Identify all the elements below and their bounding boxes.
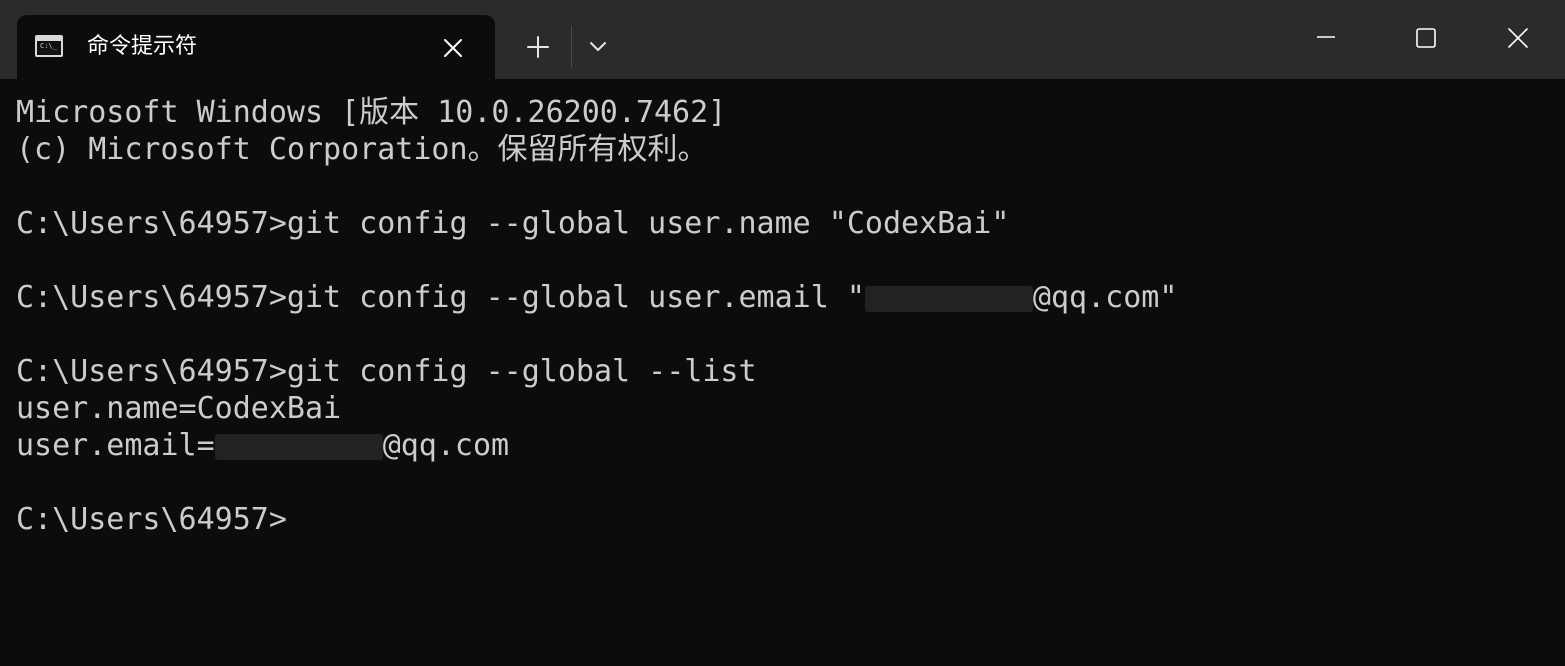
command-text-suffix: @qq.com"	[1032, 280, 1178, 315]
tab-command-prompt[interactable]: C:\_ 命令提示符	[17, 15, 495, 79]
output-text: user.email=	[16, 428, 215, 463]
output-text-suffix: @qq.com	[382, 428, 510, 463]
redacted-email-block	[864, 285, 1033, 312]
terminal-output-email: user.email= @qq.com	[16, 427, 1546, 464]
plus-icon	[527, 36, 549, 58]
terminal-output[interactable]: Microsoft Windows [版本 10.0.26200.7462] (…	[16, 94, 1546, 538]
terminal-output-name: user.name=CodexBai	[16, 391, 342, 426]
title-bar[interactable]: C:\_ 命令提示符	[0, 0, 1565, 79]
chevron-down-icon	[590, 42, 606, 51]
terminal-line-copyright: (c) Microsoft Corporation。保留所有权利。	[16, 132, 708, 167]
tab-separator	[571, 26, 572, 68]
window-close-button[interactable]	[1492, 18, 1544, 58]
maximize-button[interactable]	[1400, 18, 1452, 58]
terminal-command-list: C:\Users\64957>git config --global --lis…	[16, 354, 757, 389]
redacted-email-block	[214, 433, 383, 460]
command-prompt-icon: C:\_	[35, 35, 63, 57]
terminal-window: C:\_ 命令提示符 Microsoft Windows [版本 10.0.26…	[0, 0, 1565, 666]
terminal-command-set-name: C:\Users\64957>git config --global user.…	[16, 206, 1010, 241]
close-icon	[444, 39, 462, 57]
terminal-line-version: Microsoft Windows [版本 10.0.26200.7462]	[16, 95, 727, 130]
minimize-icon	[1317, 36, 1335, 38]
close-icon	[1508, 28, 1528, 48]
maximize-icon	[1416, 28, 1436, 48]
command-text: C:\Users\64957>git config --global user.…	[16, 280, 865, 315]
tab-dropdown-button[interactable]	[582, 29, 614, 65]
terminal-prompt: C:\Users\64957>	[16, 502, 287, 537]
tab-title: 命令提示符	[87, 34, 198, 59]
tab-icon-prompt-text: C:\_	[40, 42, 57, 50]
minimize-button[interactable]	[1300, 18, 1352, 58]
new-tab-button[interactable]	[520, 29, 556, 65]
tab-close-button[interactable]	[437, 32, 469, 64]
terminal-command-set-email: C:\Users\64957>git config --global user.…	[16, 279, 1546, 316]
